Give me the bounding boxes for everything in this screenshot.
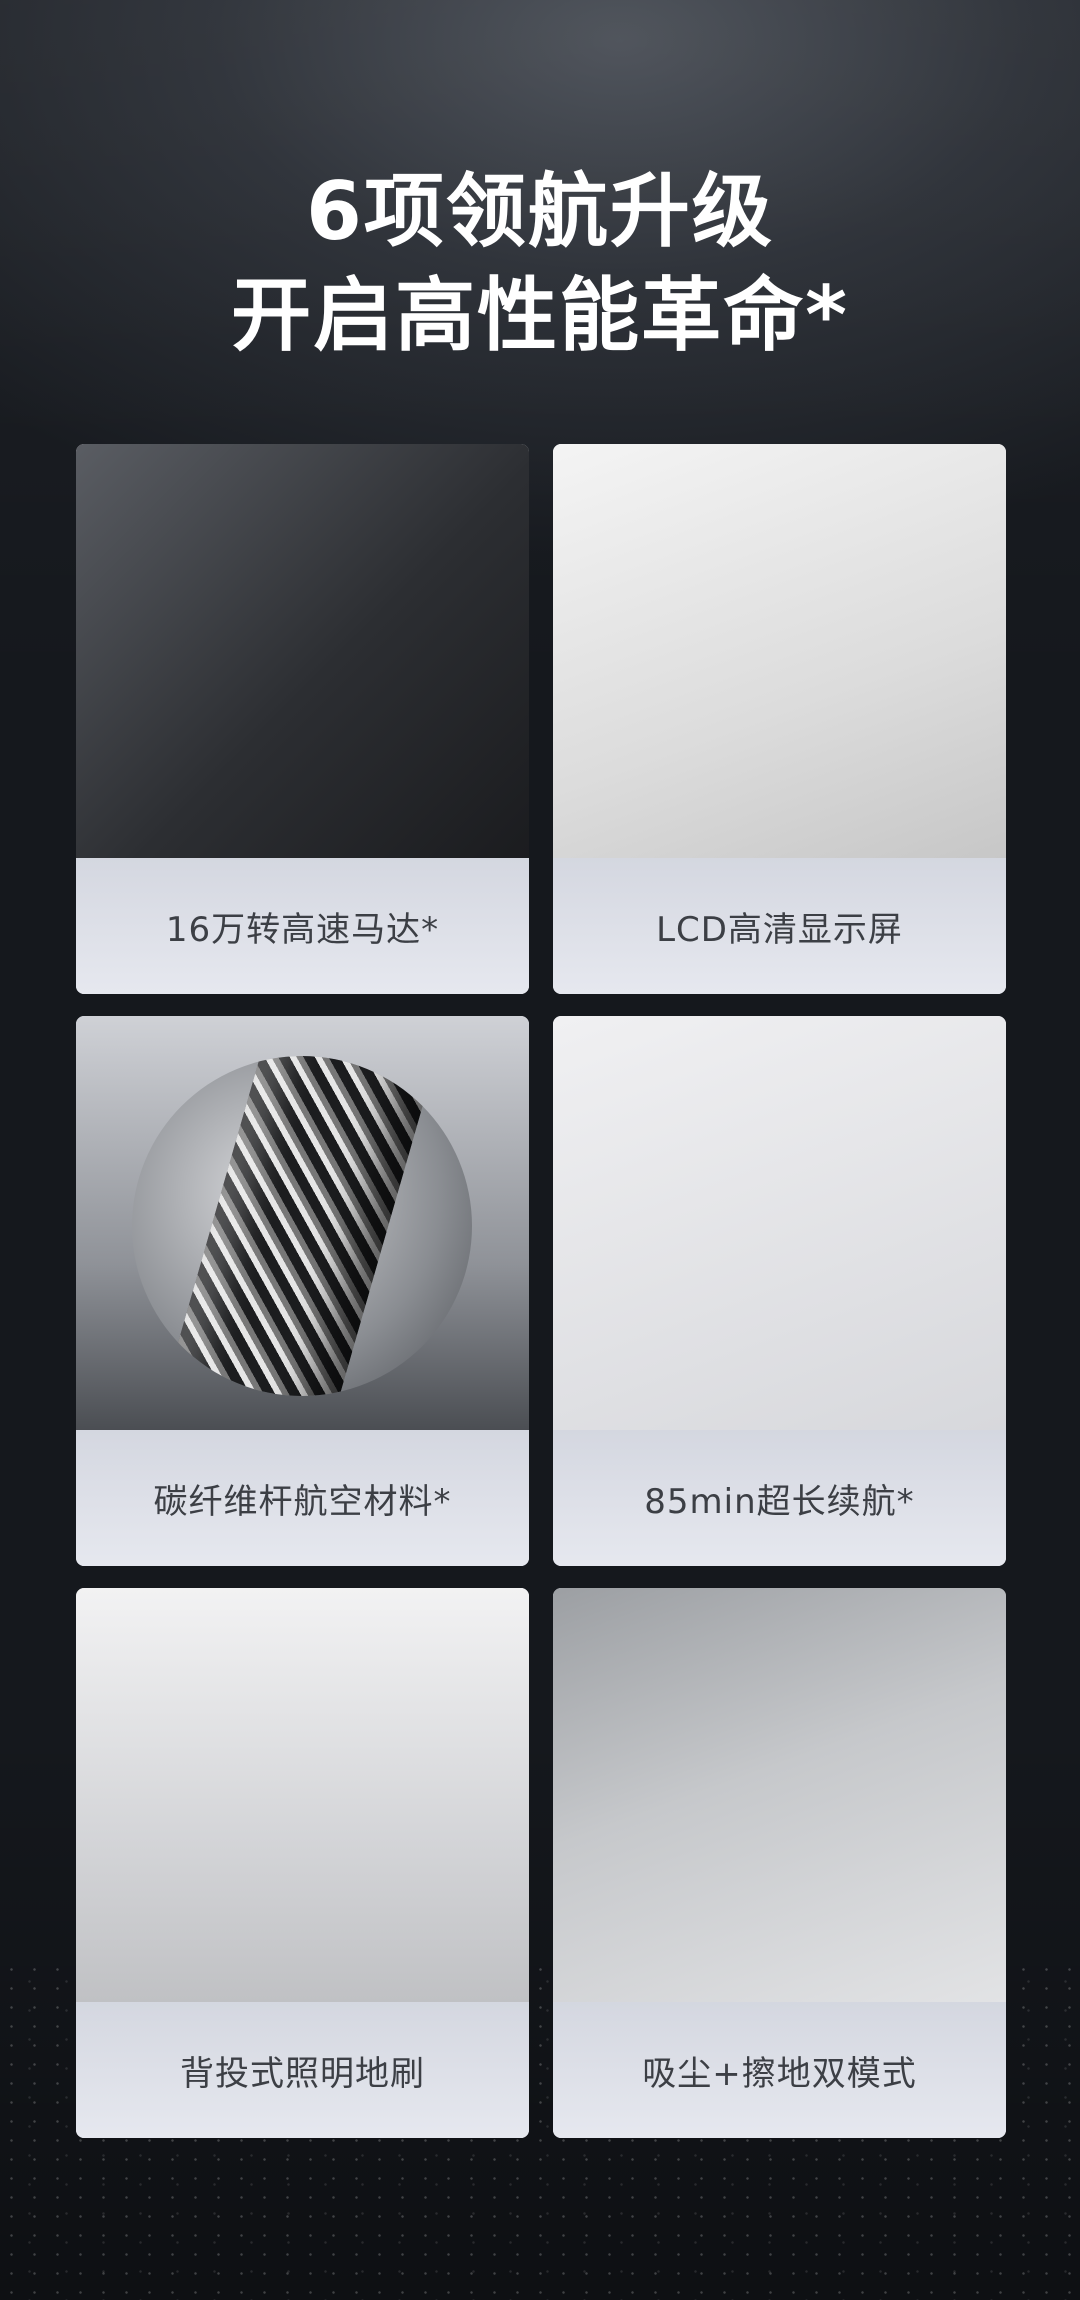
vacuum-mop-mode-image — [553, 1588, 1006, 2002]
page-headline: 6项领航升级 开启高性能革命* — [0, 160, 1080, 368]
feature-caption: 16万转高速马达* — [76, 858, 529, 994]
feature-caption: 吸尘+擦地双模式 — [553, 2002, 1006, 2138]
headline-line-1: 6项领航升级 — [306, 165, 774, 258]
feature-caption: 背投式照明地刷 — [76, 2002, 529, 2138]
floor-brush-light-image — [76, 1588, 529, 2002]
feature-card-motor: 16万转高速马达* — [76, 444, 529, 994]
feature-card-floor-brush: 背投式照明地刷 — [76, 1588, 529, 2138]
feature-card-lcd: 88 LCD高清显示屏 — [553, 444, 1006, 994]
lcd-handle-image: 88 — [553, 444, 1006, 858]
feature-card-dual-mode: 吸尘+擦地双模式 — [553, 1588, 1006, 2138]
headline-line-2: 开启高性能革命* — [231, 269, 849, 362]
battery-pack-image — [553, 1016, 1006, 1430]
carbon-fiber-tube-image — [76, 1016, 529, 1430]
feature-caption: 碳纤维杆航空材料* — [76, 1430, 529, 1566]
motor-fan-image — [76, 444, 529, 858]
feature-caption: 85min超长续航* — [553, 1430, 1006, 1566]
feature-caption: LCD高清显示屏 — [553, 858, 1006, 994]
feature-card-battery: 85min超长续航* — [553, 1016, 1006, 1566]
feature-card-carbon-fiber: 碳纤维杆航空材料* — [76, 1016, 529, 1566]
